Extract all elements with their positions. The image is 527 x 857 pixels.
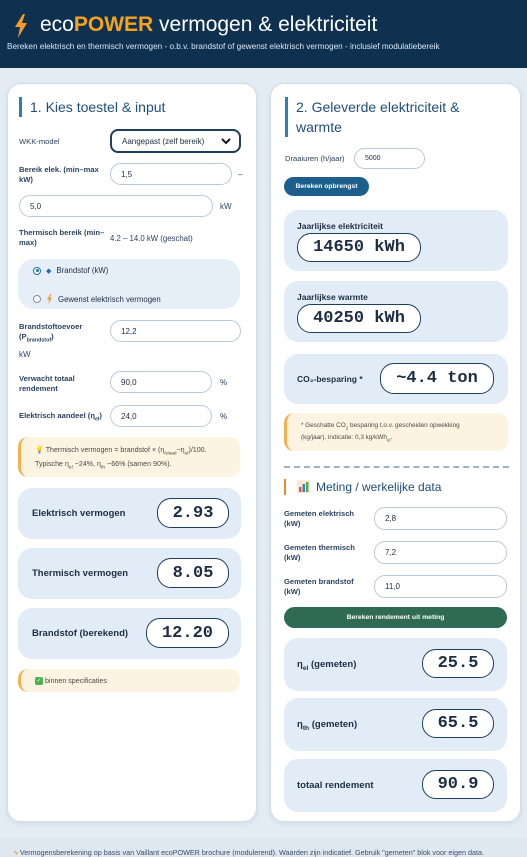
calc-efficiency-button[interactable]: Bereken rendement uit meting [284,607,507,628]
elec-share-input[interactable]: 24,0 [110,405,212,427]
measured-therm-label: Gemeten thermisch (kW) [284,543,355,562]
elec-unit: kW [220,202,232,211]
bar-chart-icon [297,480,310,493]
total-eff-input[interactable]: 90,0 [110,371,212,393]
status-badge: ✓ binnen specificaties [18,669,240,692]
total-eff-box: totaal rendement 90.9 [284,759,507,812]
output-title: 2. Geleverde elektriciteit & warmte [285,97,505,137]
footer-text: Vermogensberekening op basis van Vaillan… [19,848,484,857]
lightning-icon [47,294,52,304]
result-value: 8.05 [157,558,229,588]
co2-note: * Geschatte CO2 besparing t.o.v. geschei… [284,413,508,451]
eta-el-label: ηel (gemeten) [297,659,357,672]
result-therm-power: Thermisch vermogen 8.05 [18,548,241,599]
annual-heat-label: Jaarlijkse warmte [297,292,368,302]
annual-heat-value: 40250 kWh [297,304,421,333]
page-title: ecoPOWER vermogen & elektriciteit [40,13,378,36]
result-label: Thermisch vermogen [32,568,129,579]
elec-share-unit: % [220,412,228,421]
page-subtitle: Bereken elektrisch en thermisch vermogen… [7,42,440,51]
result-value: 12.20 [146,618,229,648]
fuel-input[interactable]: 12,2 [110,320,241,342]
check-icon: ✓ [35,677,43,686]
lightning-icon: ϟ [14,848,18,857]
model-select-value: Aangepast (zelf bereik) [122,136,205,146]
eta-el-value: 25.5 [422,649,494,678]
lightning-icon [15,14,27,38]
radio-elec-label: Gewenst elektrisch vermogen [58,294,161,304]
total-eff-label: Verwacht totaal rendement [19,374,75,393]
elec-range-label: Bereik elek. (min–max kW) [19,165,99,184]
eta-th-box: ηth (gemeten) 65.5 [284,698,507,751]
hours-input[interactable]: 5000 [354,148,425,169]
measured-elec-input[interactable]: 2,8 [374,507,507,530]
co2-box: CO₂-besparing * ~4.4 ton [284,354,508,404]
fuel-label: Brandstoftoevoer (Pbrandstof) [19,322,83,344]
annual-elec-label: Jaarlijkse elektriciteit [297,221,384,231]
elec-max-input[interactable]: 5,0 [19,195,213,217]
result-fuel: Brandstof (berekend) 12.20 [18,608,241,659]
eta-th-label: ηth (gemeten) [297,719,358,732]
calc-yield-button[interactable]: Bereken opbrengst [284,177,369,196]
elec-min-input[interactable]: 1,5 [110,163,232,185]
hours-label: Draaiuren (h/jaar) [285,154,345,163]
co2-label: CO₂-besparing * [297,374,363,384]
result-elec-power: Elektrisch vermogen 2.93 [18,488,241,539]
co2-value: ~4.4 ton [380,363,494,394]
measured-fuel-label: Gemeten brandstof (kW) [284,577,354,596]
radio-elec-dot [33,295,41,303]
measured-fuel-input[interactable]: 11,0 [374,575,507,598]
fuel-unit: kW [19,350,31,359]
result-label: Elektrisch vermogen [32,508,126,519]
total-eff-unit: % [220,378,228,387]
result-value: 2.93 [157,498,229,528]
device-input-title: 1. Kies toestel & input [19,97,165,117]
lightbulb-icon: 💡 [35,446,44,454]
app-header: ecoPOWER vermogen & elektriciteit Bereke… [0,0,527,68]
radio-elec[interactable]: Gewenst elektrisch vermogen [33,294,161,304]
dot-icon: ◆ [46,267,52,275]
section-divider [284,466,509,468]
annual-elec-box: Jaarlijkse elektriciteit 14650 kWh [284,210,508,271]
annual-heat-box: Jaarlijkse warmte 40250 kWh [284,281,508,342]
total-eff-result-label: totaal rendement [297,780,374,791]
measure-title: Meting / werkelijke data [316,480,442,494]
radio-fuel-dot [33,266,41,275]
elec-share-label: Elektrisch aandeel (ηel) [19,411,102,423]
therm-range-value: 4.2 – 14.0 kW (geschat) [110,234,193,243]
eta-th-value: 65.5 [422,709,494,738]
model-label: WKK-model [19,137,60,146]
status-text: binnen specificaties [44,677,107,685]
radio-fuel[interactable]: ◆ Brandstof (kW) [33,266,108,275]
model-select[interactable]: Aangepast (zelf bereik) [110,129,241,153]
measured-therm-input[interactable]: 7,2 [374,541,507,564]
range-dash: – [238,170,243,179]
measured-elec-label: Gemeten elektrisch (kW) [284,509,355,528]
eta-el-box: ηel (gemeten) 25.5 [284,638,507,691]
therm-range-label: Thermisch bereik (min–max) [19,228,105,247]
annual-elec-value: 14650 kWh [297,233,421,262]
radio-fuel-label: Brandstof (kW) [56,266,109,275]
chevron-down-icon [221,138,231,145]
measure-accent [284,479,286,495]
footer: ϟ Vermogensberekening op basis van Vaill… [0,838,527,857]
result-label: Brandstof (berekend) [32,628,129,639]
formula-note: 💡 Thermisch vermogen = brandstof × (ηtot… [18,437,240,477]
total-eff-result-value: 90.9 [422,770,494,799]
